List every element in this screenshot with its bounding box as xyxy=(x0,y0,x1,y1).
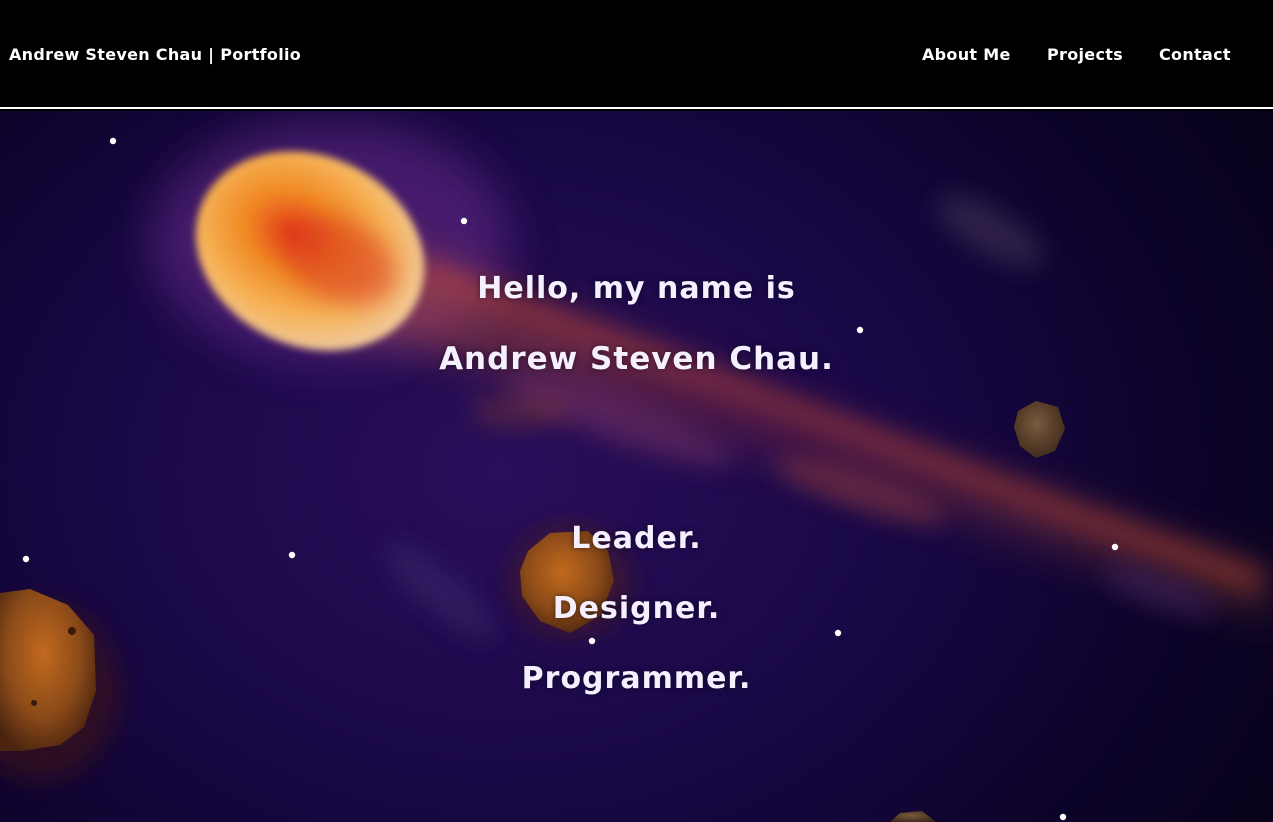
star-icon xyxy=(460,217,468,225)
star-icon xyxy=(22,555,30,563)
star-icon xyxy=(109,137,117,145)
role-leader: Leader. xyxy=(571,521,702,556)
nav-contact-link[interactable]: Contact xyxy=(1159,45,1231,64)
asteroid-icon xyxy=(890,811,936,822)
role-designer: Designer. xyxy=(552,591,721,626)
greeting-text: Hello, my name is xyxy=(477,271,796,306)
asteroid-icon xyxy=(1014,401,1065,458)
brand-link[interactable]: Andrew Steven Chau | Portfolio xyxy=(9,45,301,64)
space-background xyxy=(0,121,1273,822)
navbar: Andrew Steven Chau | Portfolio About Me … xyxy=(0,0,1273,109)
hero-section: Hello, my name is Andrew Steven Chau. Le… xyxy=(0,111,1273,822)
nav-projects-link[interactable]: Projects xyxy=(1047,45,1123,64)
nav-about-me-link[interactable]: About Me xyxy=(922,45,1011,64)
star-icon xyxy=(856,326,864,334)
star-icon xyxy=(1059,813,1067,821)
star-icon xyxy=(588,637,596,645)
role-programmer: Programmer. xyxy=(521,661,752,696)
star-icon xyxy=(834,629,842,637)
name-heading: Andrew Steven Chau. xyxy=(439,341,834,377)
